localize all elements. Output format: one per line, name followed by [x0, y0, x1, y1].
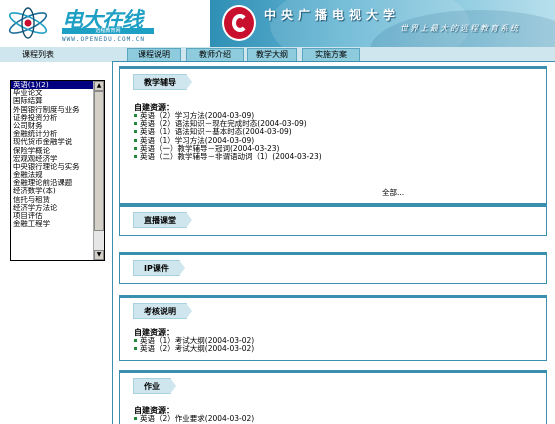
bullet-icon — [134, 114, 137, 117]
course-list-item[interactable]: 中央银行理论与实务 — [11, 163, 94, 171]
resource-list: 英语（2）作业要求(2004-03-02) — [134, 414, 254, 423]
resource-list: 英语（1）考试大纲(2004-03-02) 英语（2）考试大纲(2004-03-… — [134, 336, 254, 353]
panel-title: 作业 — [133, 378, 176, 394]
site-logo[interactable]: 电大在线 远程教育网 WWW.OPENEDU.COM.CN — [0, 0, 170, 47]
panel-title: 直播课堂 — [133, 212, 192, 228]
sidebar-title: 课程列表 — [22, 50, 54, 59]
c-letter-icon — [232, 14, 248, 32]
course-list-item[interactable]: 项目评估 — [11, 212, 94, 220]
tab-syllabus[interactable]: 教学大纲 — [247, 48, 297, 61]
scroll-down-button[interactable]: ▼ — [94, 250, 104, 260]
more-link[interactable]: 全部... — [382, 187, 404, 198]
tab-bar: 课程列表 课程说明 教师介绍 教学大纲 实施方案 — [0, 47, 555, 62]
course-list: 英语(1)(2) 毕业论文 国际结算 外国银行制度与业务 证券投资分析 公司财务 金融统计分… — [11, 81, 94, 228]
sidebar: 英语(1)(2) 毕业论文 国际结算 外国银行制度与业务 证券投资分析 公司财务 金融统计分… — [0, 62, 112, 424]
panel-live-classroom: 直播课堂 — [119, 204, 547, 236]
course-list-item[interactable]: 保险学概论 — [11, 147, 94, 155]
listbox-scrollbar[interactable]: ▲ ▼ — [93, 81, 104, 260]
course-list-item[interactable]: 国际结算 — [11, 97, 94, 105]
resource-link[interactable]: 英语（2）考试大纲(2004-03-02) — [134, 345, 254, 353]
tab-implementation-plan[interactable]: 实施方案 — [302, 48, 360, 61]
course-list-item[interactable]: 经济数学(本) — [11, 187, 94, 195]
course-list-item[interactable]: 英语(1)(2) — [11, 81, 94, 90]
bullet-icon — [134, 122, 137, 126]
main-content: 教学辅导 自建资源： 英语（2）学习方法(2004-03-09) 英语（2）语法… — [113, 62, 555, 424]
scroll-thumb[interactable] — [94, 91, 104, 231]
course-list-item[interactable]: 现代货币金融学说 — [11, 138, 94, 146]
course-list-item[interactable]: 经济学方法论 — [11, 204, 94, 212]
logo-url: WWW.OPENEDU.COM.CN — [62, 36, 146, 43]
bullet-icon — [134, 138, 137, 142]
resource-link[interactable]: 英语（2）作业要求(2004-03-02) — [134, 414, 254, 423]
panel-title: IP课件 — [133, 260, 185, 276]
bullet-icon — [134, 130, 137, 134]
panel-tutoring: 教学辅导 自建资源： 英语（2）学习方法(2004-03-09) 英语（2）语法… — [119, 66, 547, 204]
ctvu-logo-icon — [222, 5, 256, 41]
tab-course-description[interactable]: 课程说明 — [127, 48, 181, 61]
panel-title: 考核说明 — [133, 303, 192, 319]
course-list-item[interactable]: 金融工程学 — [11, 220, 94, 228]
panel-exam-description: 考核说明 自建资源： 英语（1）考试大纲(2004-03-02) 英语（2）考试… — [119, 295, 547, 361]
tab-teacher-intro[interactable]: 教师介绍 — [186, 48, 244, 61]
university-name: 中央广播电视大学 — [264, 8, 401, 22]
resource-list: 英语（2）学习方法(2004-03-09) 英语（2）语法知识－现在完成时态(2… — [134, 111, 322, 161]
university-slogan: 世界上最大的远程教育系统 — [400, 24, 520, 33]
atom-logo-icon — [8, 7, 48, 39]
course-list-item[interactable]: 毕业论文 — [11, 89, 94, 97]
course-list-item[interactable]: 公司财务 — [11, 122, 94, 130]
panel-homework: 作业 自建资源： 英语（2）作业要求(2004-03-02) — [119, 370, 547, 424]
bullet-icon — [134, 417, 137, 420]
course-list-item[interactable]: 信托与租赁 — [11, 196, 94, 204]
course-list-item[interactable]: 外国银行制度与业务 — [11, 106, 94, 114]
course-list-item[interactable]: 宏观观经济学 — [11, 155, 94, 163]
scroll-up-button[interactable]: ▲ — [94, 81, 104, 91]
course-listbox[interactable]: 英语(1)(2) 毕业论文 国际结算 外国银行制度与业务 证券投资分析 公司财务 金融统计分… — [10, 80, 105, 261]
bullet-icon — [134, 154, 137, 158]
logo-subtitle: 远程教育网 — [62, 28, 154, 34]
header-banner: 中央广播电视大学 世界上最大的远程教育系统 — [210, 0, 555, 47]
panel-ip-courseware: IP课件 — [119, 252, 547, 284]
course-list-item[interactable]: 金融法规 — [11, 171, 94, 179]
bullet-icon — [134, 339, 137, 342]
course-list-item[interactable]: 证券投资分析 — [11, 114, 94, 122]
panel-title: 教学辅导 — [133, 74, 192, 90]
course-list-item[interactable]: 金融理论前沿课题 — [11, 179, 94, 187]
bullet-icon — [134, 146, 137, 150]
bullet-icon — [134, 347, 137, 351]
header: 电大在线 远程教育网 WWW.OPENEDU.COM.CN 中央广播电视大学 世… — [0, 0, 555, 47]
course-list-item[interactable]: 金融统计分析 — [11, 130, 94, 138]
resource-link[interactable]: 英语（二）教学辅导－非谓语动词（1）(2004-03-23) — [134, 152, 322, 161]
